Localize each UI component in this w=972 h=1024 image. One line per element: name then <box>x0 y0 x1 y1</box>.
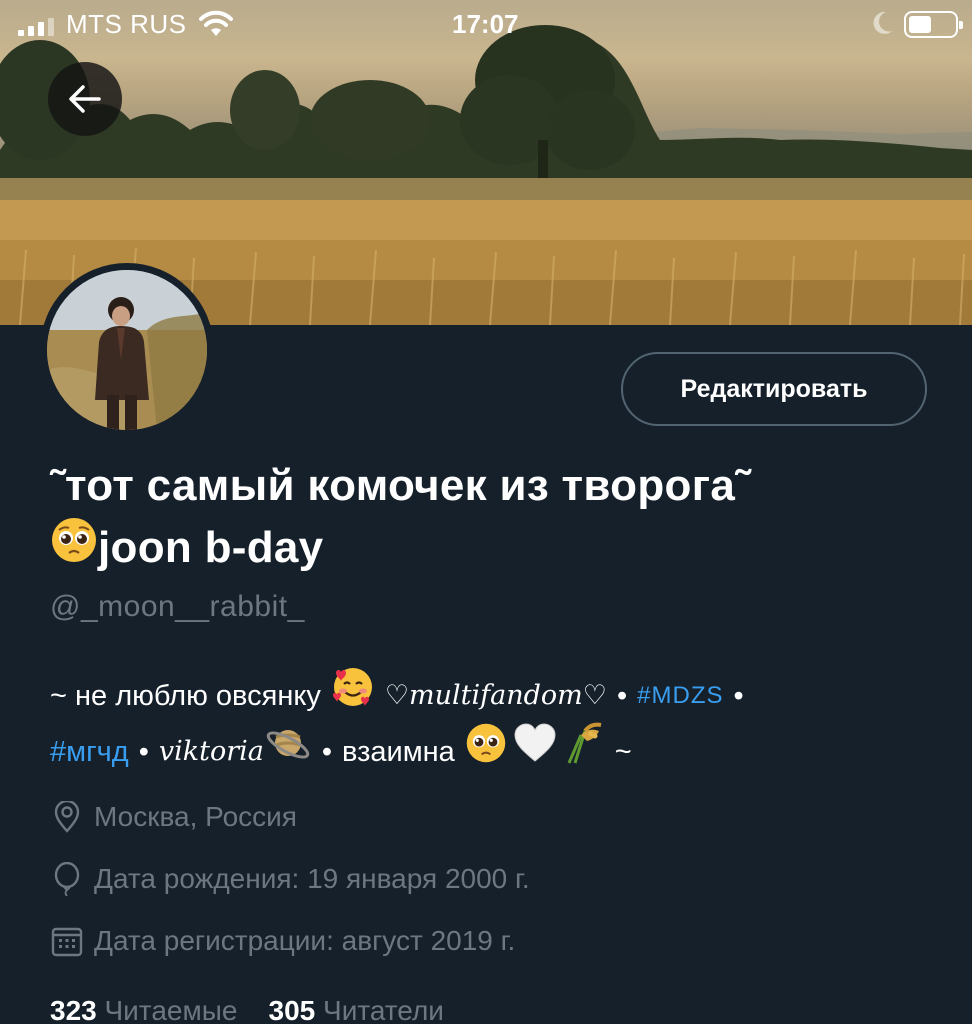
rice-sheaf-emoji-icon <box>561 721 605 784</box>
birthday-row: Дата рождения: 19 января 2000 г. <box>50 862 530 896</box>
smiling-face-with-hearts-emoji-icon <box>331 665 375 728</box>
follow-stats: 323 Читаемые 305 Читатели <box>50 995 444 1024</box>
bio-mutual: взаимна <box>342 736 455 768</box>
bio-viktoria: viktoria <box>158 736 264 767</box>
following-label: Читаемые <box>104 995 238 1024</box>
followers-count: 305 <box>268 995 316 1024</box>
moon-icon <box>870 10 894 43</box>
bio-separator: • <box>138 736 149 768</box>
avatar[interactable] <box>40 263 214 437</box>
followers-link[interactable]: 305 Читатели <box>269 995 444 1024</box>
wifi-icon <box>199 10 233 45</box>
username-handle: @_moon__rabbit_ <box>50 590 305 623</box>
pleading-face-emoji-icon <box>465 722 507 783</box>
balloon-icon <box>50 862 84 896</box>
birthday-text: Дата рождения: 19 января 2000 г. <box>94 863 530 894</box>
bio-separator: • <box>733 680 744 712</box>
location-text: Москва, Россия <box>94 801 297 832</box>
bio-tail: ~ <box>614 736 632 768</box>
white-heart-emoji-icon <box>513 722 557 782</box>
signal-strength-icon <box>18 16 54 36</box>
following-link[interactable]: 323 Читаемые <box>50 995 237 1024</box>
following-count: 323 <box>50 995 97 1024</box>
display-name-line2: joon b-day <box>98 523 324 572</box>
joined-row: Дата регистрации: август 2019 г. <box>50 924 515 958</box>
location-pin-icon <box>50 800 84 834</box>
clock: 17:07 <box>452 9 519 39</box>
calendar-icon <box>50 924 84 958</box>
followers-label: Читатели <box>323 995 444 1024</box>
back-arrow-icon <box>69 85 101 113</box>
joined-text: Дата регистрации: август 2019 г. <box>94 925 516 956</box>
bio-multifandom: ♡multifandom♡ <box>384 680 607 711</box>
bio-separator: • <box>321 736 332 768</box>
display-name: ˜тот самый комочек из творога˜ joon b-da… <box>50 456 950 580</box>
hashtag-mgchd-link[interactable]: #мгчд <box>50 724 129 780</box>
battery-icon <box>904 11 963 38</box>
pleading-face-emoji-icon <box>50 516 98 580</box>
hashtag-mdzs-link[interactable]: #MDZS <box>637 668 723 724</box>
bio-separator: • <box>617 680 628 712</box>
location-row: Москва, Россия <box>50 800 297 834</box>
ringed-planet-emoji-icon <box>264 721 312 784</box>
carrier-name: MTS RUS <box>66 9 187 39</box>
status-bar: MTS RUS 17:07 <box>0 0 972 50</box>
edit-profile-button[interactable]: Редактировать <box>621 352 927 426</box>
profile-bio: ~ не люблю овсянку ♡multifandom♡ • #MDZS… <box>50 665 950 783</box>
display-name-line1: ˜тот самый комочек из творога˜ <box>50 461 751 510</box>
back-button[interactable] <box>48 62 122 136</box>
bio-text-oatmeal: ~ не люблю овсянку <box>50 680 321 712</box>
avatar-photo <box>47 270 207 430</box>
